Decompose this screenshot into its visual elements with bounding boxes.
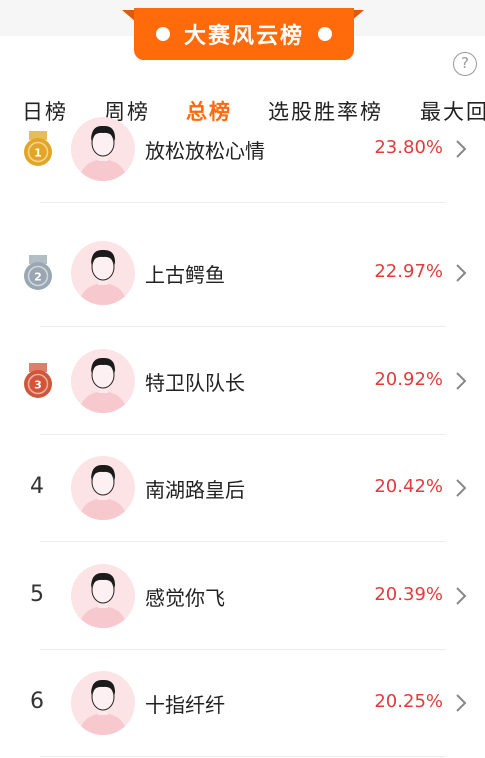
- chevron-right-icon[interactable]: [455, 139, 467, 159]
- list-item[interactable]: 4 南湖路皇后 20.42%: [0, 435, 485, 542]
- gold-medal-icon: 1: [24, 131, 52, 166]
- list-item[interactable]: 6 十指纤纤 20.25%: [0, 650, 485, 757]
- row-divider: [40, 202, 445, 203]
- user-name: 放松放松心情: [145, 139, 265, 163]
- default-avatar-icon: [79, 249, 127, 305]
- return-rate: 22.97%: [374, 261, 443, 282]
- avatar[interactable]: [71, 241, 135, 305]
- list-item[interactable]: 1 放松放松心情 23.80%: [0, 96, 485, 203]
- default-avatar-icon: [79, 357, 127, 413]
- rank-number: 4: [30, 474, 44, 499]
- user-name: 感觉你飞: [145, 586, 225, 610]
- user-name: 特卫队队长: [145, 371, 245, 395]
- user-name: 上古鳄鱼: [145, 263, 225, 287]
- chevron-right-icon[interactable]: [455, 586, 467, 606]
- row-divider: [40, 756, 445, 757]
- list-item[interactable]: 2 上古鳄鱼 22.97%: [0, 220, 485, 327]
- chevron-right-icon[interactable]: [455, 263, 467, 283]
- list-item[interactable]: 5 感觉你飞 20.39%: [0, 543, 485, 650]
- default-avatar-icon: [79, 572, 127, 628]
- avatar[interactable]: [71, 564, 135, 628]
- banner: 大赛风云榜: [134, 8, 354, 60]
- chevron-right-icon[interactable]: [455, 478, 467, 498]
- silver-medal-icon: 2: [24, 255, 52, 290]
- avatar[interactable]: [71, 671, 135, 735]
- rank-number: 5: [30, 582, 44, 607]
- banner-dot-right: [318, 27, 332, 41]
- return-rate: 20.25%: [374, 691, 443, 712]
- chevron-right-icon[interactable]: [455, 371, 467, 391]
- medal-rank-label: 2: [34, 271, 42, 284]
- return-rate: 20.42%: [374, 476, 443, 497]
- banner-title: 大赛风云榜: [183, 24, 304, 49]
- banner-dot-left: [155, 27, 170, 41]
- return-rate: 23.80%: [374, 137, 443, 158]
- default-avatar-icon: [79, 464, 127, 520]
- user-name: 南湖路皇后: [145, 478, 245, 502]
- avatar[interactable]: [71, 456, 135, 520]
- default-avatar-icon: [79, 125, 127, 181]
- user-name: 十指纤纤: [145, 693, 225, 717]
- row-divider: [40, 326, 445, 327]
- return-rate: 20.92%: [374, 369, 443, 390]
- question-icon[interactable]: ?: [453, 52, 477, 76]
- avatar[interactable]: [71, 117, 135, 181]
- rank-number: 6: [30, 689, 44, 714]
- chevron-right-icon[interactable]: [455, 693, 467, 713]
- avatar[interactable]: [71, 349, 135, 413]
- default-avatar-icon: [79, 679, 127, 735]
- list-item[interactable]: 3 特卫队队长 20.92%: [0, 328, 485, 435]
- bronze-medal-icon: 3: [24, 363, 52, 398]
- medal-rank-label: 3: [34, 379, 42, 392]
- header-banner: 大赛风云榜: [0, 0, 485, 62]
- row-divider: [40, 541, 445, 542]
- medal-rank-label: 1: [34, 147, 42, 160]
- return-rate: 20.39%: [374, 584, 443, 605]
